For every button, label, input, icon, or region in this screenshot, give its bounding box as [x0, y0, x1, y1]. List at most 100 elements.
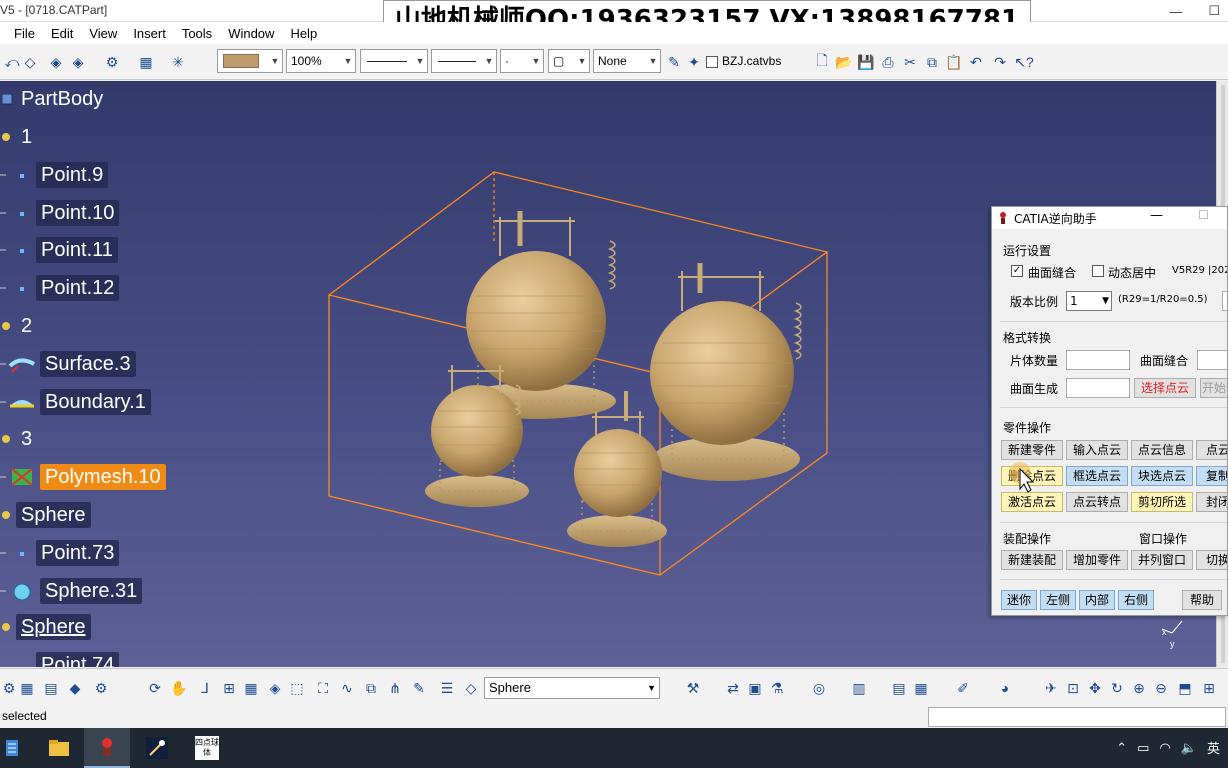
zoom-in-icon[interactable]: ⊕ [1130, 679, 1148, 697]
ratio-extra-field[interactable] [1222, 291, 1227, 311]
assembly-icon[interactable]: ⚙ [102, 52, 122, 72]
clipboard-icon[interactable]: ⧉ [362, 679, 380, 697]
redo-icon[interactable]: ↷ [990, 52, 1010, 72]
pan-icon[interactable]: ✥ [1086, 679, 1104, 697]
normal-view-icon[interactable]: ⬒ [1176, 679, 1194, 697]
block-select-cloud-button[interactable]: 块选点云 [1131, 466, 1193, 486]
axis-icon[interactable]: ⅃ [196, 679, 214, 697]
bottle-icon[interactable]: ⚗ [768, 679, 786, 697]
pan-hand-icon[interactable]: ✋ [170, 679, 188, 697]
command-input[interactable] [928, 707, 1226, 727]
multi-view-icon[interactable]: ⊞ [1200, 679, 1218, 697]
cloud-more-button[interactable]: 点云 [1196, 440, 1227, 460]
rendering-combo[interactable]: ▢ ▼ [548, 49, 590, 73]
help-button[interactable]: 帮助 [1182, 590, 1222, 610]
select-cloud-button[interactable]: 选择点云 [1134, 378, 1196, 398]
start-convert-button[interactable]: 开始转 [1200, 378, 1227, 398]
cloud-info-button[interactable]: 点云信息 [1131, 440, 1193, 460]
close-shape-button[interactable]: 封闭 [1196, 492, 1227, 512]
bar-chart-icon[interactable]: ▥ [850, 679, 868, 697]
update-icon[interactable]: ▦ [912, 679, 930, 697]
point-style-combo[interactable]: · ▼ [500, 49, 544, 73]
swap-icon[interactable]: ⇄ [724, 679, 742, 697]
part-filter-icon[interactable]: ◈ [68, 52, 88, 72]
fit-all-icon[interactable]: ⛶ [314, 679, 332, 697]
layer-filter-icon[interactable]: ◇ [462, 679, 480, 697]
fly-mode-icon[interactable]: ✈ [1042, 679, 1060, 697]
copy-button[interactable]: 复制 [1196, 466, 1227, 486]
battery-icon[interactable]: ▭ [1137, 740, 1149, 756]
version-ratio-select[interactable]: 1 ▼ [1066, 291, 1112, 311]
menu-insert[interactable]: Insert [125, 26, 174, 41]
rotate-view-icon[interactable]: ↻ [1108, 679, 1126, 697]
opacity-combo[interactable]: 100% ▼ [286, 49, 356, 73]
gen-surface-field[interactable] [1066, 378, 1130, 398]
grid-snap-icon[interactable]: ⊞ [220, 679, 238, 697]
add-part-button[interactable]: 增加零件 [1066, 550, 1128, 570]
part-select-icon[interactable]: ◈ [46, 52, 66, 72]
paint-brush-icon[interactable]: ✎ [664, 52, 684, 72]
maximize-button[interactable]: ☐ [1208, 3, 1220, 19]
binoculars-icon[interactable]: ◎ [810, 679, 828, 697]
layout-icon[interactable]: ▤ [42, 679, 60, 697]
task-view-icon[interactable] [0, 728, 24, 768]
fit-icon[interactable]: ⊡ [1064, 679, 1082, 697]
mini-mode-button[interactable]: 迷你 [1001, 590, 1037, 610]
menu-help[interactable]: Help [282, 26, 325, 41]
undo-curve-icon[interactable]: ⤺ [2, 52, 22, 72]
print-icon[interactable]: ⎙ [878, 52, 898, 72]
menu-window[interactable]: Window [220, 26, 282, 41]
grid-snap-icon[interactable]: ▦ [136, 52, 156, 72]
ime-indicator[interactable]: 英 [1207, 738, 1220, 757]
table-icon[interactable]: ▤ [890, 679, 908, 697]
bag-icon[interactable]: ◆ [66, 679, 84, 697]
menu-file[interactable]: File [0, 26, 43, 41]
activate-cloud-button[interactable]: 激活点云 [1001, 492, 1063, 512]
format-stitch-field[interactable] [1197, 350, 1227, 370]
mesh-grid-icon[interactable]: ▦ [242, 679, 260, 697]
cloud-to-point-button[interactable]: 点云转点 [1066, 492, 1128, 512]
surface-stitch-checkbox[interactable]: ✓ [1011, 265, 1023, 277]
wifi-icon[interactable]: ◠ [1159, 740, 1170, 756]
dimension-icon[interactable]: ✳ [168, 52, 188, 72]
options-icon[interactable]: ⚙ [0, 679, 18, 697]
highlight-icon[interactable]: ✎ [410, 679, 428, 697]
open-folder-icon[interactable]: 📂 [834, 52, 854, 72]
whats-this-help-icon[interactable]: ↖? [1014, 52, 1034, 72]
chevron-up-icon[interactable]: ⌃ [1116, 740, 1127, 756]
rotate-icon[interactable]: ⟳ [146, 679, 164, 697]
layer-combo[interactable]: None ▼ [593, 49, 661, 73]
menu-tools[interactable]: Tools [174, 26, 220, 41]
tree-icon[interactable]: ⋔ [386, 679, 404, 697]
save-icon[interactable]: 💾 [856, 52, 876, 72]
switch-window-button[interactable]: 切换 [1196, 550, 1227, 570]
dock-left-button[interactable]: 左侧 [1040, 590, 1076, 610]
file-explorer-icon[interactable] [36, 728, 82, 768]
panel-minimize-button[interactable]: — [1150, 208, 1163, 223]
thickness-combo[interactable]: ▼ [431, 49, 497, 73]
dock-inside-button[interactable]: 内部 [1079, 590, 1115, 610]
eraser-icon[interactable]: ◇ [20, 52, 40, 72]
new-part-button[interactable]: 新建零件 [1001, 440, 1063, 460]
tile-windows-button[interactable]: 并列窗口 [1131, 550, 1193, 570]
paint-icon[interactable]: ◕ [996, 679, 1014, 697]
volume-icon[interactable]: 🔈 [1181, 740, 1197, 756]
sketch-icon[interactable]: ✐ [954, 679, 972, 697]
dynamic-center-checkbox[interactable] [1092, 265, 1104, 277]
new-assembly-button[interactable]: 新建装配 [1001, 550, 1063, 570]
catia-helper-task-icon[interactable] [84, 728, 130, 768]
box-select-cloud-button[interactable]: 框选点云 [1066, 466, 1128, 486]
grid-icon[interactable]: ▦ [18, 679, 36, 697]
new-file-icon[interactable]: 🗋 [812, 52, 832, 72]
catia-app-icon[interactable] [134, 728, 180, 768]
zoom-out-icon[interactable]: ⊖ [1152, 679, 1170, 697]
cut-selected-button[interactable]: 剪切所选 [1131, 492, 1193, 512]
paste-icon[interactable]: 📋 [944, 52, 964, 72]
import-cloud-button[interactable]: 输入点云 [1066, 440, 1128, 460]
linetype-combo[interactable]: ▼ [360, 49, 428, 73]
dock-right-button[interactable]: 右侧 [1118, 590, 1154, 610]
cube-icon[interactable]: ⬚ [288, 679, 306, 697]
copy-icon[interactable]: ⧉ [922, 52, 942, 72]
color-combo[interactable]: ▼ [217, 49, 283, 73]
gear-icon[interactable]: ⚙ [92, 679, 110, 697]
